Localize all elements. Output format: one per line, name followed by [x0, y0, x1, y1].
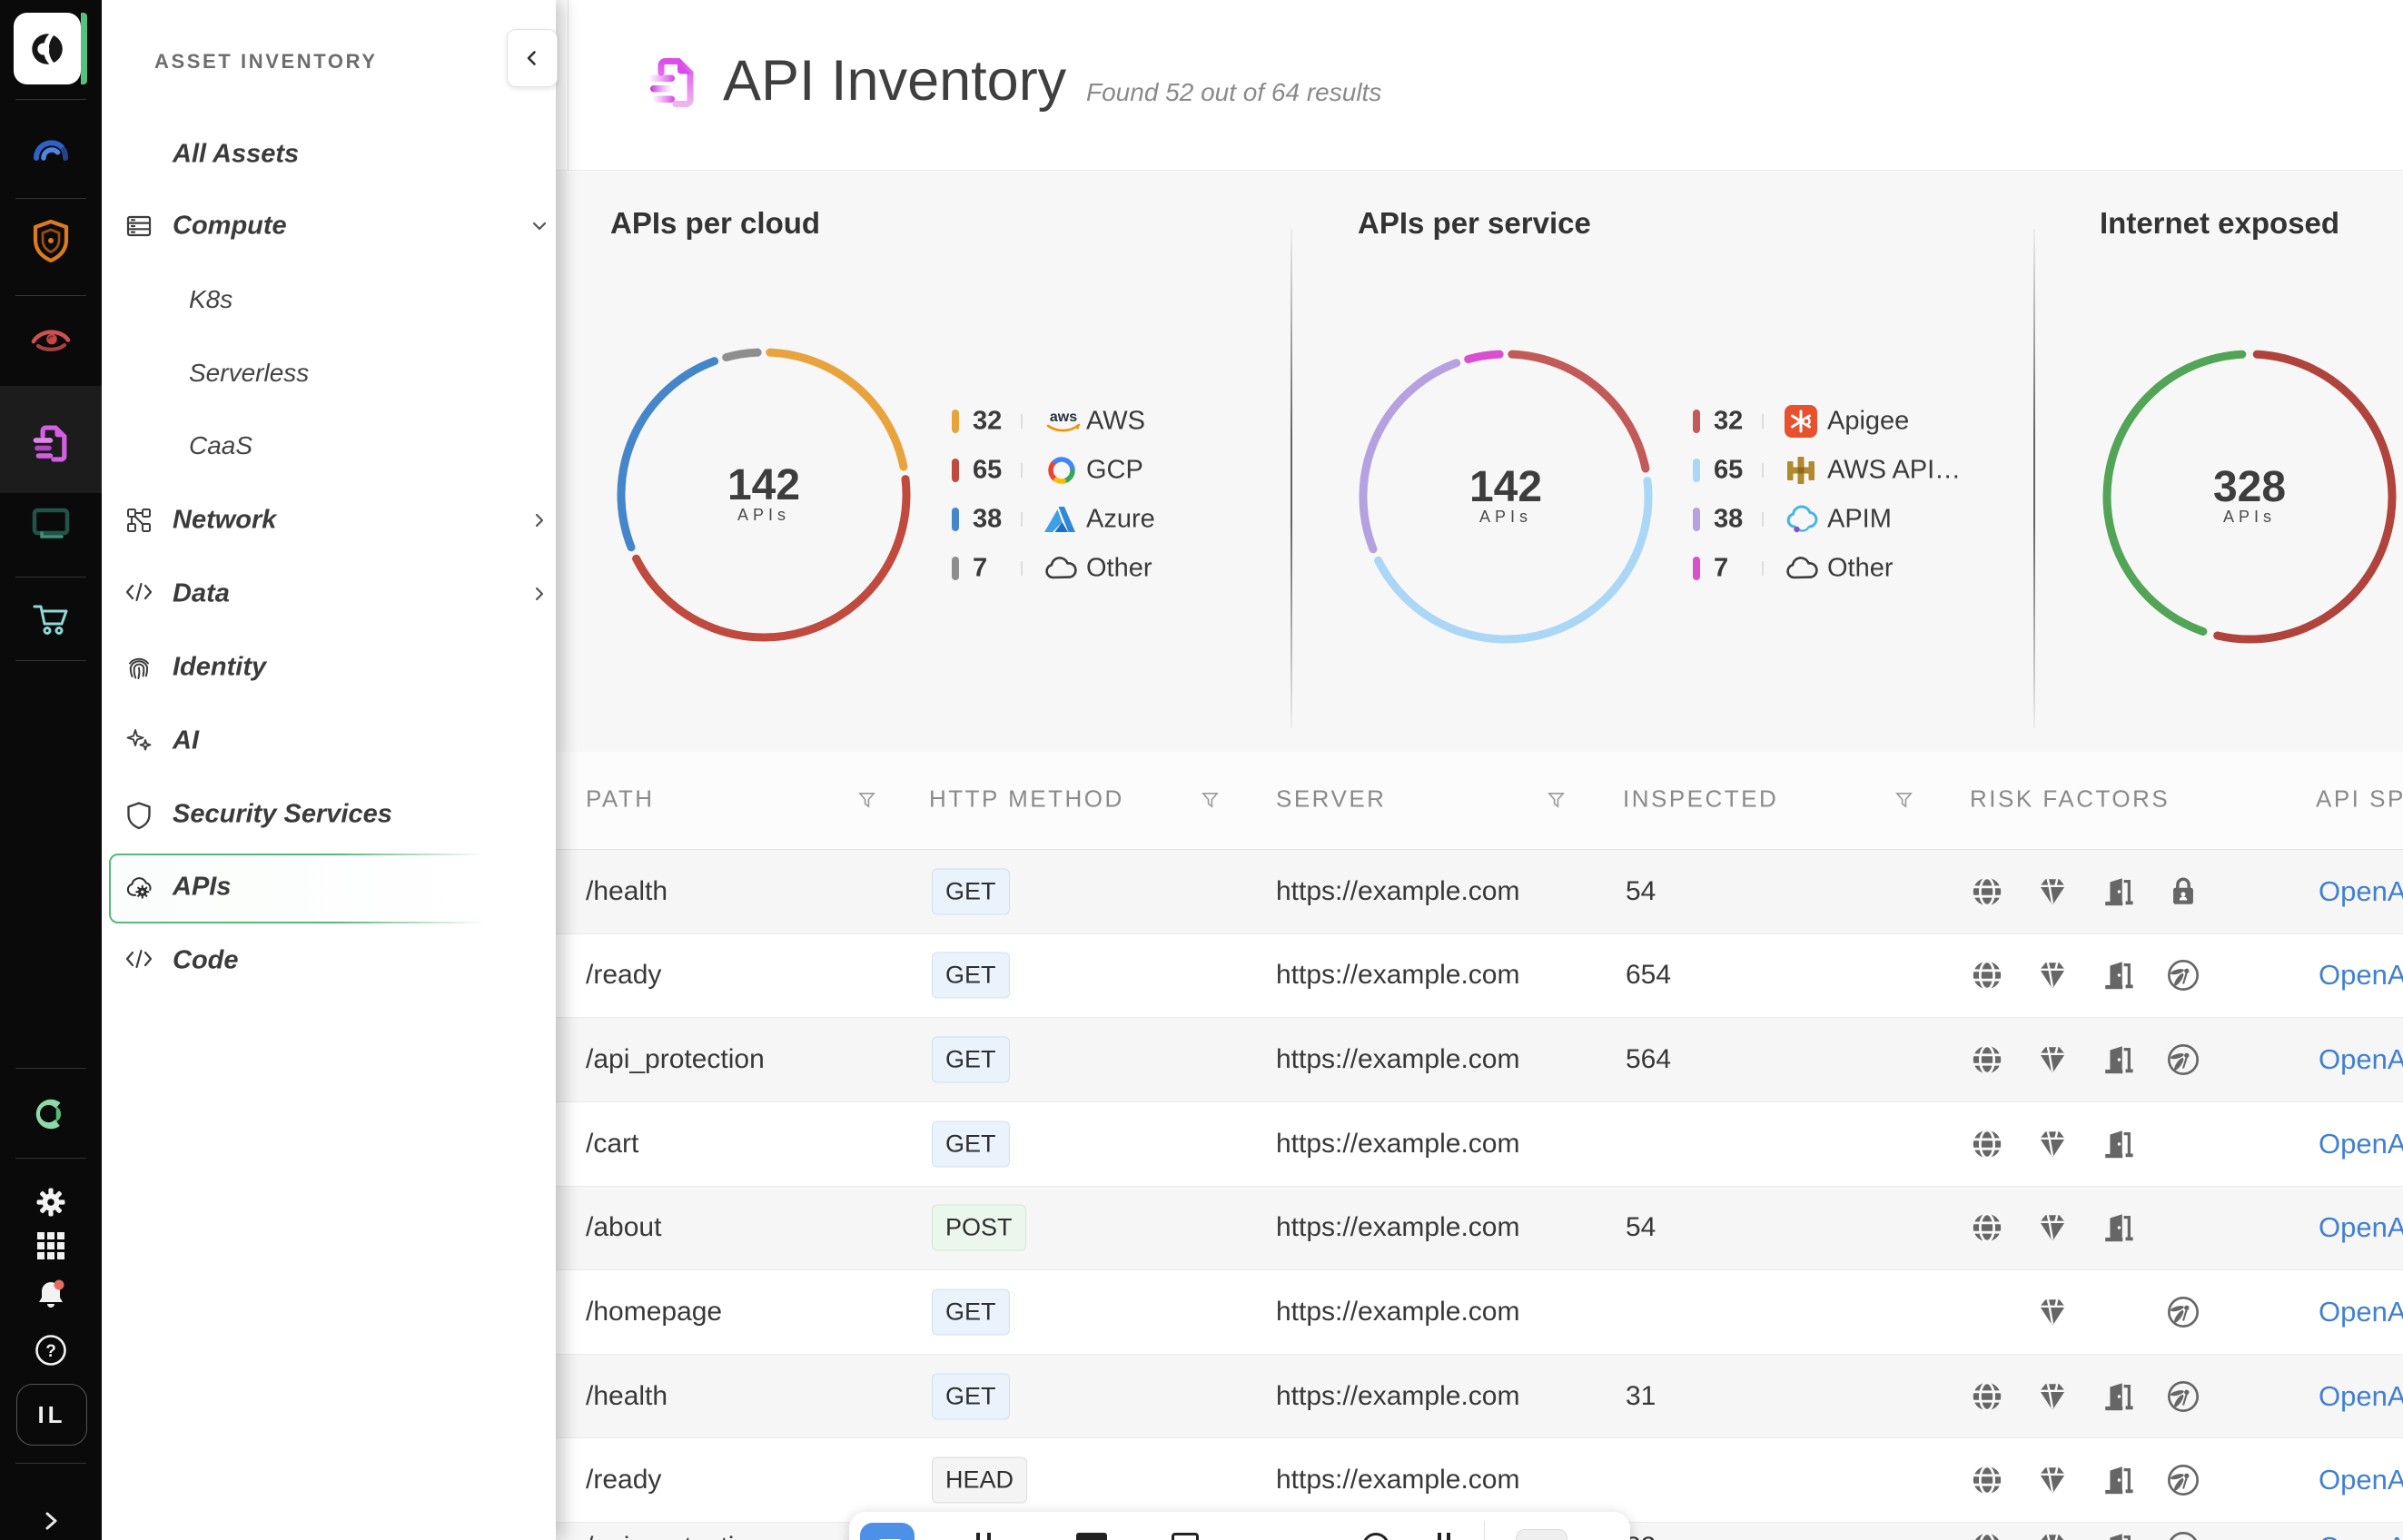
svg-text:aws: aws — [1050, 410, 1077, 425]
svg-text:?: ? — [45, 1342, 56, 1361]
